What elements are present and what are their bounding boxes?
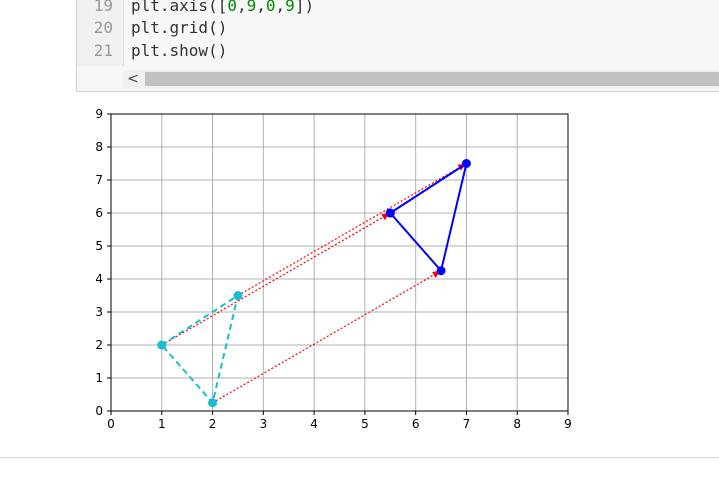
plot-figure: 0 1 2 3 4 5 6 7 8 9 0 1 2 3 4 5 6 7 8 9 bbox=[95, 107, 572, 431]
x-tick-label: 1 bbox=[158, 417, 166, 431]
y-tick-label: 1 bbox=[95, 371, 103, 385]
cell-output: 0 1 2 3 4 5 6 7 8 9 0 1 2 3 4 5 6 7 8 9 bbox=[76, 96, 719, 458]
y-tick-label: 6 bbox=[95, 206, 103, 220]
code-text: plt.grid() bbox=[131, 18, 228, 37]
line-number: 19 bbox=[93, 0, 113, 15]
y-tick-label: 0 bbox=[95, 404, 103, 418]
line-number: 20 bbox=[93, 18, 113, 37]
x-tick-label: 9 bbox=[564, 417, 572, 431]
horizontal-scrollbar[interactable]: < bbox=[123, 70, 719, 88]
code-text: plt.show() bbox=[131, 41, 228, 60]
x-tick-label: 8 bbox=[513, 417, 521, 431]
code-text: plt.axis([0,9,0,9]) bbox=[131, 0, 315, 15]
data-point bbox=[157, 340, 167, 350]
scroll-left-arrow-icon[interactable]: < bbox=[123, 70, 143, 88]
y-tick-label: 5 bbox=[95, 239, 103, 253]
data-point bbox=[436, 266, 446, 276]
y-tick-label: 9 bbox=[95, 107, 103, 121]
scrollbar-thumb[interactable] bbox=[145, 72, 719, 86]
data-point bbox=[385, 208, 395, 218]
y-tick-label: 7 bbox=[95, 173, 103, 187]
x-tick-label: 2 bbox=[209, 417, 217, 431]
data-point bbox=[461, 159, 471, 168]
data-point bbox=[208, 398, 218, 408]
code-cell[interactable]: 19 plt.axis([0,9,0,9]) 20 plt.grid() 21 plt.s… bbox=[76, 0, 719, 92]
y-tick-label: 8 bbox=[95, 140, 103, 154]
x-tick-label: 4 bbox=[310, 417, 318, 431]
vector-arrow bbox=[212, 270, 442, 404]
data-point bbox=[233, 291, 243, 300]
y-tick-label: 3 bbox=[95, 305, 103, 319]
y-tick-label: 4 bbox=[95, 272, 103, 286]
x-tick-label: 7 bbox=[463, 417, 471, 431]
line-number: 21 bbox=[93, 41, 113, 60]
x-tick-label: 3 bbox=[260, 417, 268, 431]
x-tick-label: 5 bbox=[361, 417, 369, 431]
x-tick-label: 6 bbox=[412, 417, 420, 431]
y-tick-label: 2 bbox=[95, 338, 103, 352]
cell-divider bbox=[0, 457, 719, 458]
x-tick-label: 0 bbox=[107, 417, 115, 431]
